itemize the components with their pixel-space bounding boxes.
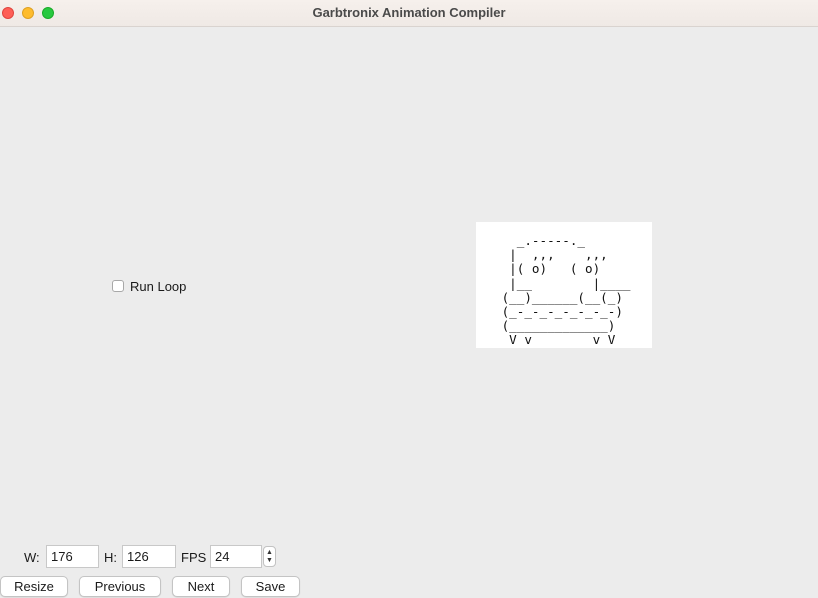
frame-settings-bar: W: H: FPS ▲ ▼	[0, 545, 818, 569]
width-input[interactable]	[46, 545, 99, 568]
run-loop-option[interactable]: Run Loop	[112, 278, 186, 294]
run-loop-label[interactable]: Run Loop	[130, 279, 186, 294]
action-buttons: Resize Previous Next Save	[0, 576, 818, 598]
fps-input[interactable]	[210, 545, 262, 568]
chevron-up-icon[interactable]: ▲	[266, 549, 273, 557]
window-title: Garbtronix Animation Compiler	[312, 5, 506, 20]
run-loop-checkbox[interactable]	[112, 280, 124, 292]
fps-label: FPS	[181, 550, 207, 565]
height-input[interactable]	[122, 545, 176, 568]
save-button[interactable]: Save	[241, 576, 300, 597]
width-label: W:	[24, 550, 40, 565]
title-bar: Garbtronix Animation Compiler	[0, 0, 818, 27]
app-window: Garbtronix Animation Compiler Run Loop _…	[0, 0, 818, 598]
next-button[interactable]: Next	[172, 576, 230, 597]
ascii-frame: _.-----._ | ,,, ,,, |( o) ( o) |__ |____…	[501, 233, 631, 348]
height-label: H:	[104, 550, 117, 565]
chevron-down-icon[interactable]: ▼	[266, 557, 273, 565]
fps-stepper[interactable]: ▲ ▼	[263, 546, 276, 567]
resize-button[interactable]: Resize	[0, 576, 68, 597]
animation-preview-canvas: _.-----._ | ,,, ,,, |( o) ( o) |__ |____…	[476, 222, 652, 348]
previous-button[interactable]: Previous	[79, 576, 161, 597]
